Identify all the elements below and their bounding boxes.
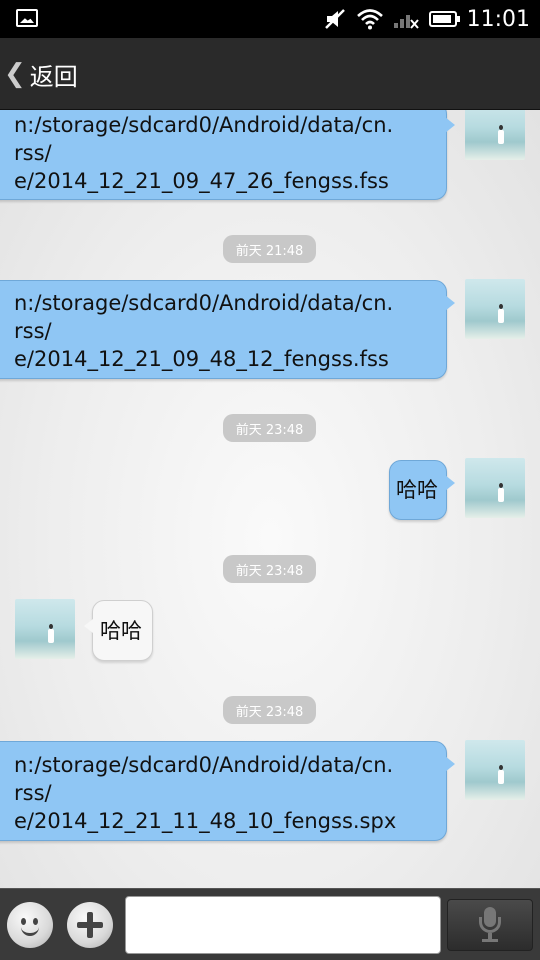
message-bubble-outgoing[interactable]: n:/storage/sdcard0/Android/data/cn. rss/… [0, 280, 455, 379]
input-bar [0, 888, 540, 960]
emoji-button[interactable] [7, 902, 53, 948]
signal-icon [393, 15, 419, 29]
mute-icon [324, 9, 345, 29]
wifi-icon [356, 9, 383, 30]
timestamp-divider: 前天 23:48 [223, 696, 316, 724]
message-text: n:/storage/sdcard0/Android/data/cn. rss/… [14, 753, 397, 833]
my-avatar[interactable] [465, 279, 525, 339]
microphone-icon [475, 907, 505, 943]
bubble-tail [84, 619, 93, 633]
my-avatar[interactable] [465, 740, 525, 800]
title-bar: ❮ 返回 [0, 38, 540, 110]
status-time: 11:01 [466, 6, 530, 32]
message-text: 哈哈 [100, 619, 142, 643]
bubble-tail [445, 475, 455, 491]
message-bubble-outgoing[interactable]: 哈哈 [389, 460, 455, 520]
message-bubble-outgoing[interactable]: n:/storage/sdcard0/Android/data/cn. rss/… [0, 741, 455, 841]
message-bubble-incoming[interactable]: 哈哈 [84, 600, 153, 661]
my-avatar[interactable] [465, 458, 525, 518]
gallery-notification-icon [16, 9, 38, 27]
message-text: n:/storage/sdcard0/Android/data/cn. rss/… [14, 291, 394, 371]
voice-button[interactable] [447, 899, 533, 951]
timestamp-divider: 前天 23:48 [223, 555, 316, 583]
back-button-label: 返回 [29, 62, 78, 91]
add-attachment-button[interactable] [67, 902, 113, 948]
chat-list[interactable]: n:/storage/sdcard0/Android/data/cn. rss/… [0, 110, 540, 888]
back-button[interactable]: ❮ 返回 [4, 54, 78, 94]
timestamp-divider: 前天 21:48 [223, 235, 316, 263]
bubble-tail [445, 756, 455, 772]
smiley-icon [13, 908, 47, 942]
contact-avatar[interactable] [15, 599, 75, 659]
message-bubble-outgoing[interactable]: n:/storage/sdcard0/Android/data/cn. rss/… [0, 110, 455, 200]
status-bar: 11:01 [0, 0, 540, 38]
plus-icon [77, 912, 103, 938]
status-icons: 11:01 [323, 6, 530, 32]
bubble-tail [445, 117, 455, 133]
timestamp-divider: 前天 23:48 [223, 414, 316, 442]
message-text: n:/storage/sdcard0/Android/data/cn. rss/… [14, 113, 394, 193]
battery-icon [428, 11, 460, 27]
message-input[interactable] [125, 896, 441, 954]
my-avatar[interactable] [465, 110, 525, 160]
chevron-left-icon: ❮ [4, 59, 26, 89]
message-text: 哈哈 [396, 478, 438, 502]
bubble-tail [445, 295, 455, 311]
